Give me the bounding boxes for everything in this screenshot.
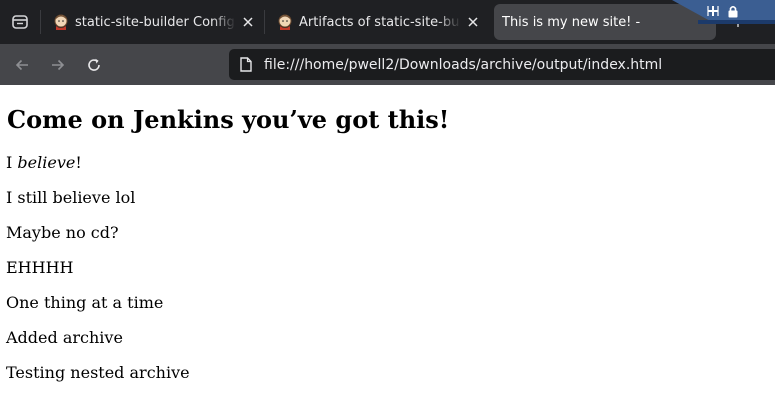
paragraph: Testing nested archive: [6, 363, 190, 382]
tab-config[interactable]: static-site-builder Config [J: [40, 0, 264, 44]
paragraph: One thing at a time: [6, 293, 164, 312]
forward-button[interactable]: [43, 50, 73, 80]
file-icon: [238, 57, 254, 73]
reload-button[interactable]: [79, 50, 109, 80]
close-icon[interactable]: [240, 14, 256, 30]
page-content: Come on Jenkins you’ve got this! I belie…: [0, 85, 775, 409]
tab-title: static-site-builder Config [J: [75, 14, 236, 30]
jenkins-icon: [278, 14, 292, 30]
paragraph: Added archive: [6, 328, 123, 347]
address-bar[interactable]: file:///home/pwell2/Downloads/archive/ou…: [229, 49, 775, 80]
reload-icon: [88, 58, 100, 71]
plus-icon[interactable]: [706, 4, 720, 18]
tab-list-icon: [12, 15, 28, 29]
paragraph-believe: I believe!: [6, 153, 82, 172]
back-arrow-icon: [15, 59, 28, 71]
system-indicator-shadow: [698, 20, 775, 24]
paragraph: I still believe lol: [6, 188, 136, 207]
paragraph: EHHHH: [6, 258, 74, 277]
system-indicator-bar: [672, 0, 775, 22]
tab-title: Artifacts of static-site-build: [299, 14, 461, 30]
address-bar-url[interactable]: file:///home/pwell2/Downloads/archive/ou…: [264, 57, 662, 73]
paragraph-believe-suffix: !: [75, 153, 82, 172]
jenkins-icon: [54, 14, 68, 30]
navigation-toolbar: file:///home/pwell2/Downloads/archive/ou…: [0, 44, 775, 85]
paragraph: Maybe no cd?: [6, 223, 119, 242]
forward-arrow-icon: [52, 59, 65, 71]
tab-list-button[interactable]: [0, 0, 40, 44]
paragraph-believe-prefix: I: [6, 153, 18, 172]
tab-artifacts[interactable]: Artifacts of static-site-build: [264, 0, 489, 44]
close-icon[interactable]: [465, 14, 481, 30]
page-heading: Come on Jenkins you’ve got this!: [7, 105, 450, 134]
lock-icon[interactable]: [726, 4, 740, 18]
back-button[interactable]: [7, 50, 37, 80]
paragraph-believe-emphasis: believe: [17, 153, 76, 172]
system-indicator: [672, 0, 775, 24]
tab-strip: static-site-builder Config [J Artifacts …: [0, 0, 775, 44]
